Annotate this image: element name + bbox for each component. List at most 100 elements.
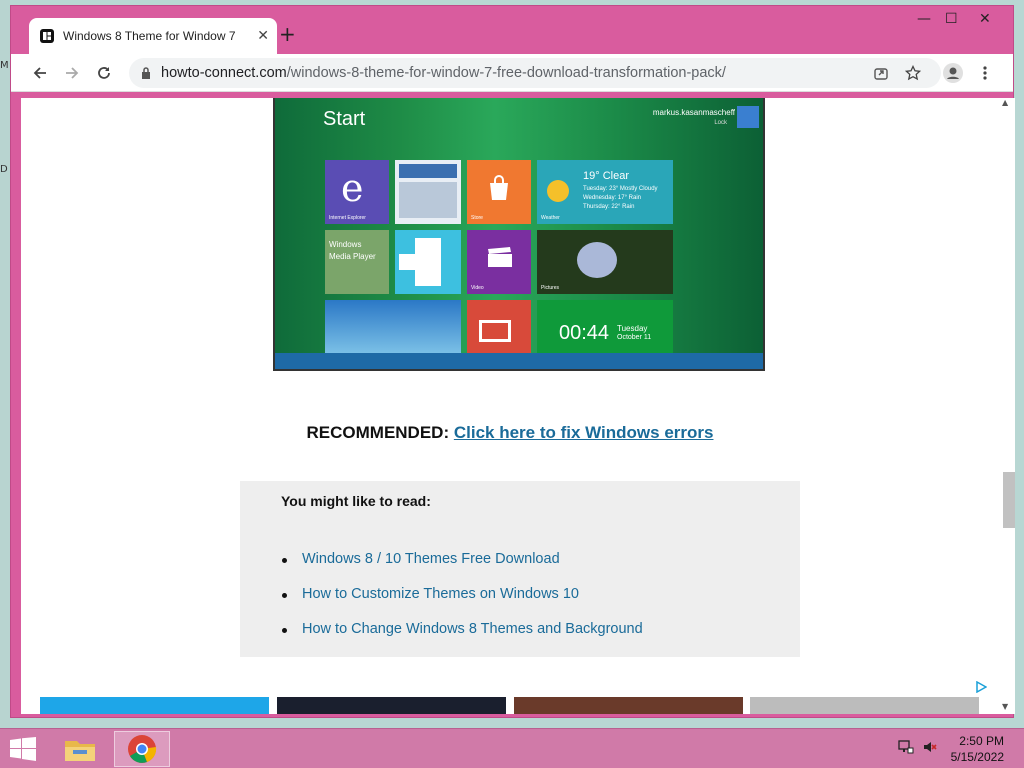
- win8-avatar: [737, 106, 759, 128]
- desktop-icon-label: M: [0, 60, 9, 71]
- weather-forecast: Thursday: 22° Rain: [583, 204, 635, 210]
- profile-icon: [943, 63, 963, 83]
- adchoices-icon[interactable]: [975, 681, 987, 693]
- desktop-edge: [0, 0, 10, 728]
- volume-muted-icon[interactable]: [922, 739, 938, 755]
- file-explorer-button[interactable]: [52, 731, 108, 767]
- wmp-line: Media Player: [329, 252, 376, 261]
- clock-day: Tuesday: [617, 324, 648, 333]
- ad-thumbnail[interactable]: [40, 697, 269, 714]
- weather-tile: 19° Clear Tuesday: 23° Mostly Cloudy Wed…: [537, 160, 673, 224]
- media-player-tile: Windows Media Player: [325, 230, 389, 294]
- page-scrollbar[interactable]: [999, 98, 1015, 714]
- win8-start-label: Start: [323, 108, 366, 130]
- ad-thumbnail[interactable]: [514, 697, 743, 714]
- tab-title: Windows 8 Theme for Window 7: [63, 29, 236, 43]
- address-url: howto-connect.com/windows-8-theme-for-wi…: [161, 65, 726, 81]
- puzzle-piece: [399, 254, 441, 270]
- scroll-up-icon[interactable]: ▲: [1002, 98, 1008, 107]
- recommended-banner: RECOMMENDED: Click here to fix Windows e…: [21, 423, 999, 443]
- related-list: Windows 8 / 10 Themes Free Download How …: [282, 551, 643, 656]
- tab-close-icon[interactable]: ✕: [257, 28, 269, 44]
- desktop-tile: [395, 160, 461, 224]
- sun-icon: [547, 180, 569, 202]
- remote-desktop-tile: [467, 300, 531, 356]
- weather-tile-label: Weather: [541, 215, 560, 221]
- win8-user-name: markus.kasanmascheff: [652, 108, 735, 117]
- more-icon: [983, 66, 987, 80]
- menu-button[interactable]: [975, 63, 995, 83]
- pictures-tile-label: Pictures: [541, 285, 560, 291]
- monitor-icon: [479, 320, 511, 342]
- windows8-start-screenshot: Start markus.kasanmascheff Lock e Intern…: [273, 98, 765, 371]
- close-window-button[interactable]: ✕: [979, 11, 991, 27]
- chrome-icon: [128, 735, 157, 763]
- ad-thumbnail[interactable]: [750, 697, 979, 714]
- reload-icon: [98, 67, 110, 79]
- flower-image: [577, 242, 617, 278]
- profile-button[interactable]: [943, 63, 963, 83]
- wmp-line: Windows: [329, 240, 362, 249]
- forward-button[interactable]: [59, 60, 85, 86]
- browser-window: Windows 8 Theme for Window 7 ✕ + — ☐ ✕ h…: [10, 5, 1015, 718]
- video-tile-label: Video: [471, 285, 484, 291]
- desktop-icon-label: D: [0, 164, 8, 175]
- share-button[interactable]: [871, 63, 891, 83]
- new-tab-button[interactable]: +: [279, 22, 296, 46]
- chrome-button[interactable]: [114, 731, 170, 767]
- star-icon: [905, 65, 921, 81]
- reload-button[interactable]: [91, 60, 117, 86]
- ie-tile: e Internet Explorer: [325, 160, 389, 224]
- fix-errors-link[interactable]: Click here to fix Windows errors: [454, 423, 714, 442]
- clock-tile: 00:44 Tuesday October 11: [537, 300, 673, 356]
- windows-start-icon[interactable]: [8, 737, 38, 761]
- share-icon: [874, 68, 888, 80]
- clock-time: 00:44: [559, 322, 610, 344]
- forward-arrow-icon: [66, 67, 79, 79]
- ad-thumbnail[interactable]: [277, 697, 506, 714]
- page-content[interactable]: Start markus.kasanmascheff Lock e Intern…: [21, 98, 999, 714]
- back-button[interactable]: [27, 60, 53, 86]
- weather-forecast: Wednesday: 17° Rain: [583, 195, 641, 201]
- browser-tab[interactable]: Windows 8 Theme for Window 7 ✕: [29, 18, 277, 54]
- ie-icon: e: [341, 166, 364, 210]
- back-arrow-icon: [33, 67, 46, 79]
- video-tile: Video: [467, 230, 531, 294]
- network-icon[interactable]: [898, 739, 914, 755]
- win8-lock-label: Lock: [714, 120, 727, 126]
- scroll-down-icon[interactable]: ▼: [1002, 702, 1008, 711]
- related-link[interactable]: Windows 8 / 10 Themes Free Download: [282, 551, 643, 567]
- related-heading: You might like to read:: [281, 493, 431, 509]
- file-explorer-icon: [65, 741, 95, 761]
- desktop-tile-thumb: [399, 182, 457, 218]
- clock-time-text: 2:50 PM: [959, 734, 1004, 748]
- related-link[interactable]: How to Change Windows 8 Themes and Backg…: [282, 621, 643, 637]
- recommended-label: RECOMMENDED:: [306, 423, 450, 442]
- weather-temp: 19° Clear: [583, 170, 629, 182]
- system-clock[interactable]: 2:50 PM 5/15/2022: [951, 733, 1004, 765]
- store-tile: Store: [467, 160, 531, 224]
- url-domain: howto-connect.com: [161, 65, 287, 81]
- bookmark-button[interactable]: [903, 63, 923, 83]
- store-bag-icon: [490, 175, 508, 200]
- win8-taskbar: [275, 353, 763, 369]
- site-favicon-icon: [40, 29, 54, 43]
- desktop-tile-thumb: [399, 164, 457, 178]
- store-tile-label: Store: [471, 215, 483, 221]
- related-link[interactable]: How to Customize Themes on Windows 10: [282, 586, 643, 602]
- scrollbar-thumb[interactable]: [1003, 472, 1015, 528]
- windows-taskbar: 2:50 PM 5/15/2022: [0, 728, 1024, 768]
- pictures-tile: Pictures: [537, 230, 673, 294]
- clock-date: October 11: [617, 334, 652, 341]
- minimize-button[interactable]: —: [917, 11, 931, 27]
- puzzle-tile: [395, 230, 461, 294]
- ie-tile-label: Internet Explorer: [329, 215, 366, 221]
- related-articles-box: You might like to read: Windows 8 / 10 T…: [240, 481, 800, 657]
- address-bar[interactable]: howto-connect.com/windows-8-theme-for-wi…: [129, 58, 941, 88]
- weather-forecast: Tuesday: 23° Mostly Cloudy: [583, 186, 658, 192]
- clock-date-text: 5/15/2022: [950, 750, 1004, 764]
- url-path: /windows-8-theme-for-window-7-free-downl…: [286, 65, 726, 81]
- maximize-button[interactable]: ☐: [945, 11, 958, 27]
- clapperboard-icon: [488, 247, 512, 267]
- title-bar: Windows 8 Theme for Window 7 ✕ + — ☐ ✕: [11, 6, 1013, 54]
